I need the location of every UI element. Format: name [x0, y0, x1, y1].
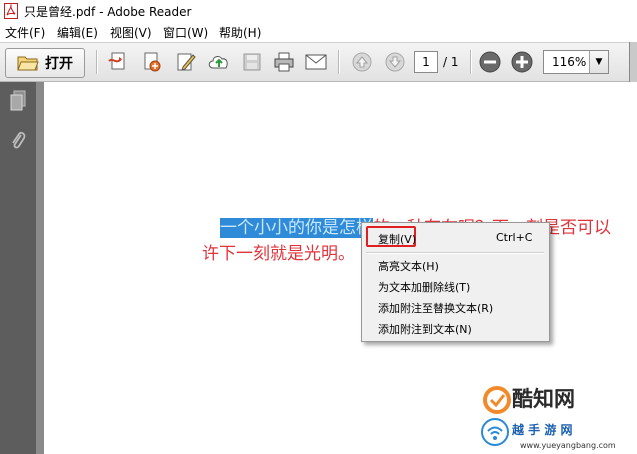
menu-item-add-note[interactable]: 添加附注到文本(N) [378, 321, 472, 337]
create-pdf-icon [108, 52, 125, 70]
toolbar-overflow-edge [629, 42, 637, 82]
wifi-logo-icon [481, 418, 509, 446]
selected-text[interactable]: 一个小小的你是怎样 [220, 218, 373, 238]
watermark-logo-icon [483, 386, 511, 414]
menu-edit[interactable]: 编辑(E) [57, 24, 98, 41]
arrow-up-circle-icon [352, 52, 372, 72]
copy-shortcut: Ctrl+C [496, 231, 533, 244]
zoom-select[interactable]: 116% ▼ [543, 50, 609, 74]
watermark-site-name: 越 手 游 网 [512, 423, 573, 437]
plus-circle-icon [511, 51, 533, 73]
envelope-icon [305, 54, 327, 70]
open-button-label: 打开 [45, 56, 73, 72]
menu-help[interactable]: 帮助(H) [219, 24, 261, 41]
zoom-in-button[interactable] [508, 48, 536, 76]
sign-button[interactable] [172, 48, 200, 76]
zoom-value: 116% [552, 55, 587, 69]
pages-icon [10, 90, 26, 111]
menu-window[interactable]: 窗口(W) [163, 24, 208, 41]
printer-icon [274, 52, 294, 72]
minus-circle-icon [479, 51, 501, 73]
attachments-button[interactable] [9, 130, 27, 152]
pen-edit-icon [177, 53, 196, 71]
context-menu: 复制(V) Ctrl+C 高亮文本(H) 为文本加删除线(T) 添加附注至替换文… [361, 222, 550, 342]
menu-item-strikethrough[interactable]: 为文本加删除线(T) [378, 279, 470, 295]
menu-item-replace-note[interactable]: 添加附注至替换文本(R) [378, 300, 493, 316]
paperclip-icon [12, 131, 26, 149]
save-disk-icon [243, 53, 261, 71]
window-title: 只是曾经.pdf - Adobe Reader [24, 5, 192, 19]
document-text-line-2[interactable]: 许下一刻就是光明。 [202, 239, 355, 264]
upload-cloud-button[interactable] [205, 48, 233, 76]
watermark-site-url: www.yueyangbang.com [520, 441, 616, 450]
menu-divider [366, 252, 544, 254]
menu-item-copy[interactable]: 复制(V) [378, 231, 416, 247]
navigation-pane [0, 82, 36, 454]
pane-divider[interactable] [36, 82, 44, 454]
toolbar-divider [470, 50, 472, 74]
adobe-reader-icon [4, 3, 18, 19]
menu-file[interactable]: 文件(F) [5, 24, 45, 41]
toolbar: 打开 1 / 1 116% ▼ [0, 42, 637, 82]
email-button[interactable] [302, 48, 330, 76]
page-total: / 1 [443, 55, 459, 69]
watermark-brand: 酷知网 [512, 387, 575, 411]
chevron-down-icon[interactable]: ▼ [589, 51, 608, 73]
zoom-out-button[interactable] [476, 48, 504, 76]
toolbar-divider [338, 50, 340, 74]
page-number-input[interactable]: 1 [414, 51, 438, 73]
cloud-upload-icon [208, 56, 228, 69]
combine-files-button[interactable] [138, 48, 166, 76]
menu-bar: 文件(F) 编辑(E) 视图(V) 窗口(W) 帮助(H) [0, 22, 637, 42]
watermark: 酷知网 越 手 游 网 www.yueyangbang.com [478, 383, 637, 454]
create-pdf-button[interactable] [104, 48, 132, 76]
previous-page-button[interactable] [348, 48, 376, 76]
open-button[interactable]: 打开 [5, 48, 85, 78]
arrow-down-circle-icon [385, 52, 405, 72]
title-bar: 只是曾经.pdf - Adobe Reader [0, 0, 637, 22]
print-button[interactable] [270, 48, 298, 76]
menu-view[interactable]: 视图(V) [110, 24, 152, 41]
menu-item-highlight[interactable]: 高亮文本(H) [378, 258, 439, 274]
next-page-button[interactable] [381, 48, 409, 76]
toolbar-divider [96, 50, 98, 74]
page-thumbnails-button[interactable] [9, 90, 27, 112]
save-button[interactable] [239, 48, 265, 76]
folder-icon [17, 56, 39, 71]
combine-files-icon [144, 52, 161, 72]
